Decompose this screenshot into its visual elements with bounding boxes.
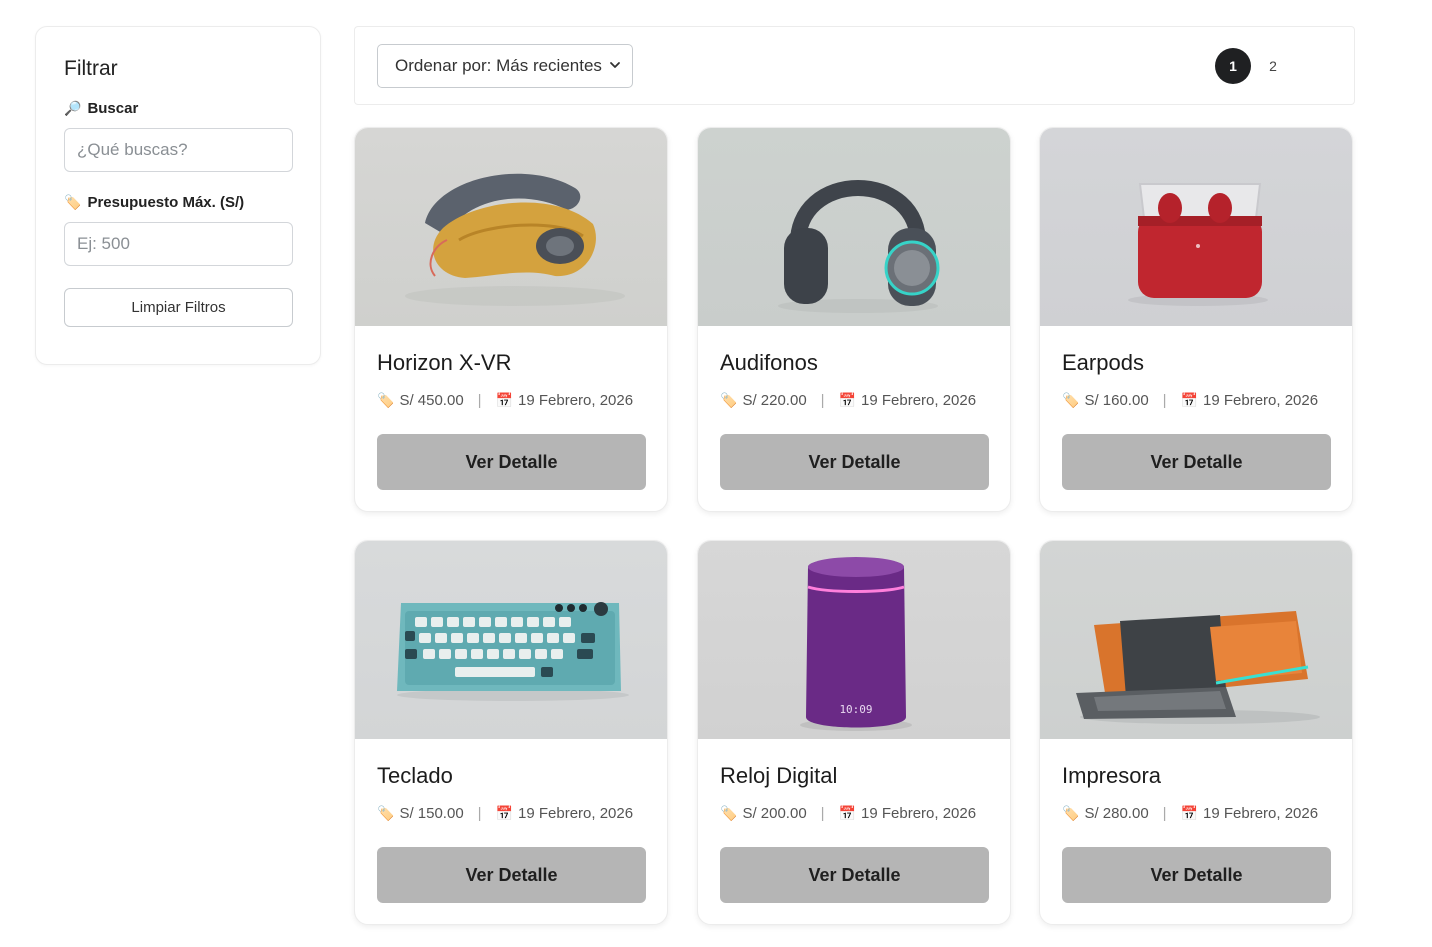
product-price: S/ 280.00 <box>1084 805 1149 822</box>
view-detail-button[interactable]: Ver Detalle <box>1062 434 1331 490</box>
chevron-down-icon <box>610 62 620 68</box>
product-card: Audifonos 🏷️ S/ 220.00 | 📅 19 Febrero, 2… <box>697 127 1011 512</box>
product-title: Teclado <box>377 763 453 788</box>
vr-headset-image <box>405 173 625 306</box>
sort-select-value: Ordenar por: Más recientes <box>395 56 602 75</box>
calendar-icon: 📅 <box>495 805 513 822</box>
calendar-icon: 📅 <box>838 805 856 822</box>
price-tag-icon: 🏷️ <box>720 805 738 822</box>
search-label-text: Buscar <box>87 100 139 117</box>
calendar-icon: 📅 <box>838 392 856 409</box>
meta-separator: | <box>1162 805 1167 822</box>
budget-label: 🏷️ Presupuesto Máx. (S/) <box>64 194 292 211</box>
calendar-icon: 📅 <box>1180 805 1198 822</box>
price-tag-icon: 🏷️ <box>1062 805 1080 822</box>
price-tag-icon: 🏷️ <box>64 194 82 211</box>
product-price: S/ 200.00 <box>742 805 807 822</box>
magnifier-icon: 🔎 <box>64 100 82 117</box>
product-card: Earpods 🏷️ S/ 160.00 | 📅 19 Febrero, 202… <box>1039 127 1353 512</box>
meta-separator: | <box>820 392 825 409</box>
meta-separator: | <box>1162 392 1167 409</box>
filter-sidebar: Filtrar 🔎 Buscar 🏷️ Presupuesto Máx. (S/… <box>35 26 321 365</box>
product-meta: 🏷️ S/ 220.00 | 📅 19 Febrero, 2026 <box>720 392 976 409</box>
product-meta: 🏷️ S/ 450.00 | 📅 19 Febrero, 2026 <box>377 392 633 409</box>
page-button-2[interactable]: 2 <box>1255 48 1291 84</box>
product-image <box>355 541 667 739</box>
product-meta: 🏷️ S/ 200.00 | 📅 19 Febrero, 2026 <box>720 805 976 822</box>
earbuds-case-image <box>1128 183 1268 306</box>
product-title: Horizon X-VR <box>377 350 512 375</box>
headphones-image <box>778 180 940 313</box>
product-image <box>355 128 667 326</box>
budget-input[interactable] <box>64 222 293 266</box>
product-date: 19 Febrero, 2026 <box>518 392 634 409</box>
product-date: 19 Febrero, 2026 <box>861 805 977 822</box>
product-meta: 🏷️ S/ 160.00 | 📅 19 Febrero, 2026 <box>1062 392 1318 409</box>
meta-separator: | <box>820 805 825 822</box>
product-title: Audifonos <box>720 350 818 375</box>
product-card: Impresora 🏷️ S/ 280.00 | 📅 19 Febrero, 2… <box>1039 540 1353 925</box>
filter-title: Filtrar <box>64 57 118 80</box>
price-tag-icon: 🏷️ <box>377 392 395 409</box>
product-card: Teclado 🏷️ S/ 150.00 | 📅 19 Febrero, 202… <box>354 540 668 925</box>
search-label: 🔎 Buscar <box>64 100 292 117</box>
view-detail-button[interactable]: Ver Detalle <box>720 434 989 490</box>
view-detail-button[interactable]: Ver Detalle <box>720 847 989 903</box>
product-date: 19 Febrero, 2026 <box>1203 392 1319 409</box>
calendar-icon: 📅 <box>495 392 513 409</box>
toolbar: Ordenar por: Más recientes 1 2 <box>354 26 1355 105</box>
search-input[interactable] <box>64 128 293 172</box>
view-detail-button[interactable]: Ver Detalle <box>1062 847 1331 903</box>
product-image <box>698 128 1010 326</box>
price-tag-icon: 🏷️ <box>1062 392 1080 409</box>
page: Filtrar 🔎 Buscar 🏷️ Presupuesto Máx. (S/… <box>0 0 1432 947</box>
product-price: S/ 220.00 <box>742 392 807 409</box>
meta-separator: | <box>477 805 482 822</box>
keyboard-image <box>397 602 629 701</box>
speaker-clock-display: 10:09 <box>839 703 872 716</box>
product-meta: 🏷️ S/ 150.00 | 📅 19 Febrero, 2026 <box>377 805 633 822</box>
product-date: 19 Febrero, 2026 <box>1203 805 1319 822</box>
smart-speaker-clock-image: 10:09 <box>800 557 912 731</box>
product-date: 19 Febrero, 2026 <box>518 805 634 822</box>
product-price: S/ 160.00 <box>1084 392 1149 409</box>
meta-separator: | <box>477 392 482 409</box>
product-title: Earpods <box>1062 350 1144 375</box>
product-title: Reloj Digital <box>720 763 838 788</box>
view-detail-button[interactable]: Ver Detalle <box>377 847 646 903</box>
product-image: 10:09 <box>698 541 1010 739</box>
product-meta: 🏷️ S/ 280.00 | 📅 19 Febrero, 2026 <box>1062 805 1318 822</box>
product-date: 19 Febrero, 2026 <box>861 392 977 409</box>
sort-select[interactable]: Ordenar por: Más recientes <box>377 44 633 88</box>
price-tag-icon: 🏷️ <box>720 392 738 409</box>
view-detail-button[interactable]: Ver Detalle <box>377 434 646 490</box>
product-image <box>1040 128 1352 326</box>
product-card: 10:09 Reloj Digital 🏷️ S/ 200.00 | 📅 19 … <box>697 540 1011 925</box>
printer-image <box>1076 611 1320 724</box>
price-tag-icon: 🏷️ <box>377 805 395 822</box>
product-title: Impresora <box>1062 763 1162 788</box>
page-button-1[interactable]: 1 <box>1215 48 1251 84</box>
product-card: Horizon X-VR 🏷️ S/ 450.00 | 📅 19 Febrero… <box>354 127 668 512</box>
product-image <box>1040 541 1352 739</box>
calendar-icon: 📅 <box>1180 392 1198 409</box>
budget-label-text: Presupuesto Máx. (S/) <box>87 194 245 211</box>
product-price: S/ 450.00 <box>399 392 464 409</box>
clear-filters-button[interactable]: Limpiar Filtros <box>64 288 293 327</box>
product-price: S/ 150.00 <box>399 805 464 822</box>
